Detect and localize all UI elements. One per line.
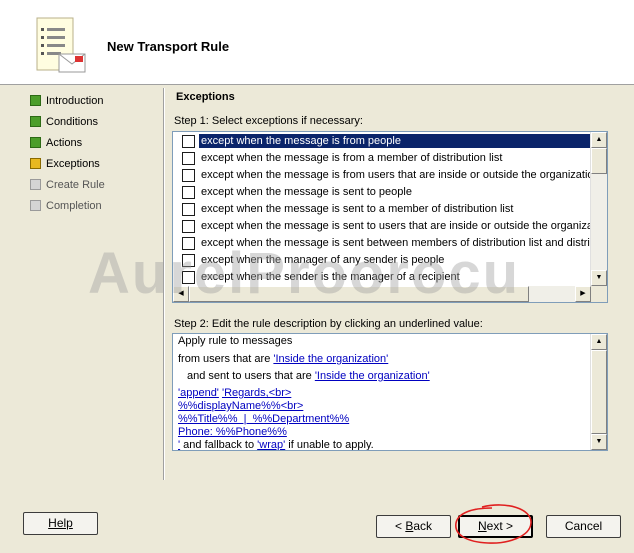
exceptions-rows: except when the message is from people e… <box>173 133 591 286</box>
desc-line-from-users: from users that are 'Inside the organiza… <box>178 353 388 365</box>
exception-checkbox[interactable] <box>182 169 195 182</box>
exception-label: except when the sender is the manager of… <box>201 271 460 283</box>
step-pending-icon <box>30 179 41 190</box>
exception-label: except when the message is from a member… <box>201 152 503 164</box>
scroll-thumb[interactable] <box>591 148 607 174</box>
disclaimer-text-link-line[interactable]: %%Title%% | %%Department%% <box>178 413 349 425</box>
exception-row-between-distribution-lists[interactable]: except when the message is sent between … <box>173 235 591 252</box>
exception-checkbox[interactable] <box>182 203 195 216</box>
cancel-button-label: Cancel <box>564 519 603 533</box>
exception-row-sent-to-people[interactable]: except when the message is sent to peopl… <box>173 184 591 201</box>
desc-line-append: 'append' 'Regards,<br> <box>178 387 291 399</box>
nav-step-completion: Completion <box>30 199 150 220</box>
exception-checkbox[interactable] <box>182 186 195 199</box>
nav-step-introduction: Introduction <box>30 94 150 115</box>
next-accesskey: N <box>477 519 487 533</box>
exception-label: except when the message is from users th… <box>201 169 591 181</box>
exception-label: except when the message is sent to peopl… <box>201 186 412 198</box>
nav-step-exceptions: Exceptions <box>30 157 150 178</box>
cancel-button[interactable]: Cancel <box>546 515 621 538</box>
exception-checkbox[interactable] <box>182 220 195 233</box>
step-complete-icon <box>30 137 41 148</box>
exception-row-sender-is-manager[interactable]: except when the sender is the manager of… <box>173 269 591 286</box>
scroll-left-arrow-icon[interactable]: ◀ <box>173 286 189 302</box>
nav-step-label: Introduction <box>46 95 104 107</box>
exception-checkbox[interactable] <box>182 254 195 267</box>
nav-step-create-rule: Create Rule <box>30 178 150 199</box>
disclaimer-text-link[interactable]: 'Regards,<br> <box>222 387 291 399</box>
step-complete-icon <box>30 116 41 127</box>
exceptions-horizontal-scrollbar[interactable]: ◀ ▶ <box>173 286 591 302</box>
desc-text: from users that are <box>178 353 274 365</box>
inside-organization-link[interactable]: 'Inside the organization' <box>315 370 430 382</box>
wizard-steps-nav: Introduction Conditions Actions Exceptio… <box>30 94 150 220</box>
description-vertical-scrollbar[interactable]: ▲ ▼ <box>590 334 607 450</box>
back-button[interactable]: < Back <box>376 515 451 538</box>
scroll-down-arrow-icon[interactable]: ▼ <box>591 434 607 450</box>
scroll-up-arrow-icon[interactable]: ▲ <box>591 334 607 350</box>
scroll-thumb[interactable] <box>591 350 607 434</box>
next-button[interactable]: Next > <box>458 515 533 538</box>
scroll-right-arrow-icon[interactable]: ▶ <box>575 286 591 302</box>
exception-row-from-people[interactable]: except when the message is from people <box>173 133 591 150</box>
exception-label: except when the message is sent to a mem… <box>201 203 514 215</box>
step-complete-icon <box>30 95 41 106</box>
transport-rule-document-icon <box>36 17 86 73</box>
nav-step-label: Completion <box>46 200 102 212</box>
step-current-icon <box>30 158 41 169</box>
scroll-up-arrow-icon[interactable]: ▲ <box>591 132 607 148</box>
exception-row-manager-of-sender[interactable]: except when the manager of any sender is… <box>173 252 591 269</box>
exception-checkbox[interactable] <box>182 152 195 165</box>
desc-line-fallback: ' and fallback to 'wrap' if unable to ap… <box>178 439 374 451</box>
nav-step-label: Actions <box>46 137 83 149</box>
disclaimer-text-link-line[interactable]: %%displayName%%<br> <box>178 400 303 412</box>
help-button[interactable]: Help <box>23 512 98 535</box>
step-pending-icon <box>30 200 41 211</box>
section-title: Exceptions <box>176 91 235 103</box>
nav-step-actions: Actions <box>30 136 150 157</box>
desc-text: if unable to apply. <box>285 439 374 451</box>
exception-row-from-users-inside-outside[interactable]: except when the message is from users th… <box>173 167 591 184</box>
step1-label: Step 1: Select exceptions if necessary: <box>174 115 363 127</box>
exception-label: except when the message is sent between … <box>201 237 591 249</box>
exception-row-sent-to-users-inside-outside[interactable]: except when the message is sent to users… <box>173 218 591 235</box>
desc-line-sent-to-users: and sent to users that are 'Inside the o… <box>187 370 430 382</box>
disclaimer-text-link-line[interactable]: Phone: %%Phone%% <box>178 426 287 438</box>
desc-text: and fallback to <box>180 439 258 451</box>
exception-checkbox[interactable] <box>182 271 195 284</box>
exception-row-sent-to-distribution-list[interactable]: except when the message is sent to a mem… <box>173 201 591 218</box>
exceptions-vertical-scrollbar[interactable]: ▲ ▼ <box>590 132 607 286</box>
exception-label: except when the manager of any sender is… <box>201 254 445 266</box>
back-rest: ack <box>413 519 433 533</box>
append-link[interactable]: 'append' <box>178 387 219 399</box>
nav-step-label: Exceptions <box>46 158 100 170</box>
inside-organization-link[interactable]: 'Inside the organization' <box>273 353 388 365</box>
scroll-down-arrow-icon[interactable]: ▼ <box>591 270 607 286</box>
help-button-label: Help <box>48 516 73 530</box>
desc-text: and sent to users that are <box>187 370 315 382</box>
wizard-header: New Transport Rule <box>0 0 634 85</box>
next-rest: ext > <box>486 519 514 533</box>
nav-step-conditions: Conditions <box>30 115 150 136</box>
exception-label: except when the message is sent to users… <box>201 220 591 232</box>
scroll-thumb[interactable] <box>189 286 529 302</box>
back-prefix: < <box>394 519 406 533</box>
exception-row-from-distribution-list[interactable]: except when the message is from a member… <box>173 150 591 167</box>
wizard-title: New Transport Rule <box>107 39 230 54</box>
rule-description-box[interactable]: Apply rule to messages from users that a… <box>172 333 608 451</box>
exception-checkbox[interactable] <box>182 135 195 148</box>
exception-checkbox[interactable] <box>182 237 195 250</box>
scroll-corner <box>591 286 607 302</box>
nav-step-label: Create Rule <box>46 179 105 191</box>
desc-line-apply: Apply rule to messages <box>178 335 293 347</box>
wrap-link[interactable]: 'wrap' <box>257 439 285 450</box>
exceptions-checklist[interactable]: except when the message is from people e… <box>172 131 608 303</box>
nav-divider <box>163 88 165 480</box>
nav-step-label: Conditions <box>46 116 98 128</box>
exception-label: except when the message is from people <box>199 134 591 148</box>
step2-label: Step 2: Edit the rule description by cli… <box>174 318 483 330</box>
